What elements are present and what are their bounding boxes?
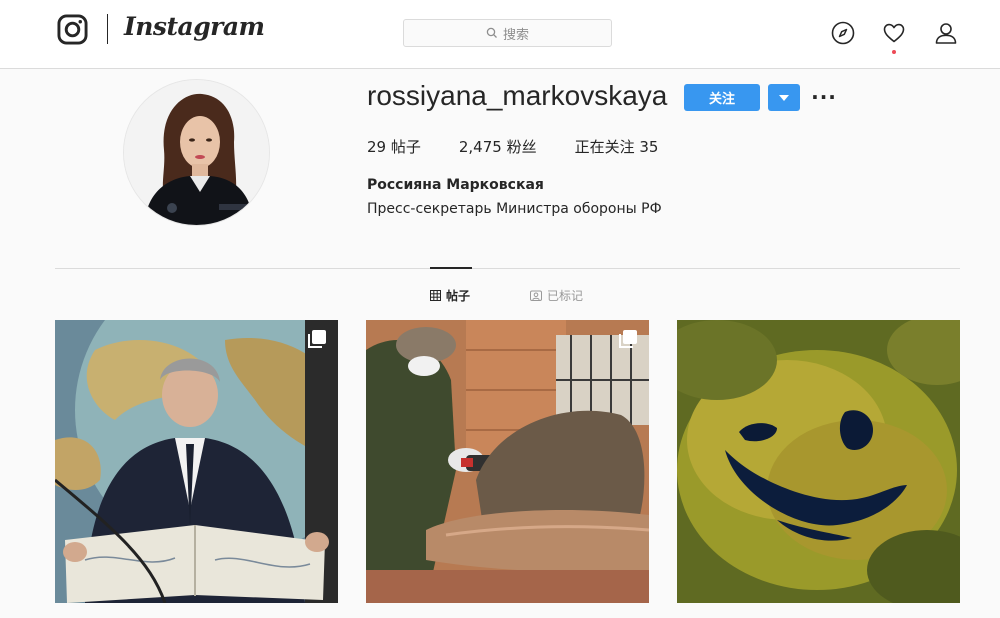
notification-dot [892,50,896,54]
search-input[interactable]: 搜索 [403,19,612,47]
more-options-button[interactable]: ··· [811,85,836,109]
tab-tagged[interactable]: 已标记 [530,287,583,304]
profile-username: rossiyana_markovskaya [367,80,668,111]
post-photo-man-reading-map [55,320,338,603]
suggestions-dropdown-button[interactable] [768,84,800,111]
posts-count: 29 帖子 [367,138,421,156]
post-thumbnail[interactable] [55,320,338,603]
following-count[interactable]: 正在关注 35 [575,136,659,157]
active-tab-indicator [430,267,472,269]
followers-count[interactable]: 2,475 粉丝 [459,136,537,157]
tab-posts-label: 帖子 [446,289,471,303]
profile-full-name: Россияна Марковская [367,177,544,193]
heart-icon[interactable] [881,20,907,46]
profile-bio: Пресс-секретарь Министра обороны РФ [367,201,662,217]
avatar-photo [124,80,269,225]
post-thumbnail[interactable] [366,320,649,603]
profile-avatar[interactable] [123,79,270,226]
post-photo-worker-cutting [366,320,649,603]
follow-button[interactable]: 关注 [684,84,760,111]
top-navigation-bar: Instagram 搜索 [0,0,1000,69]
profile-stats: 29 帖子 2,475 粉丝 正在关注 35 [367,136,696,157]
post-photo-smiley-lake [677,320,960,603]
compass-icon[interactable] [830,20,856,46]
caret-down-icon [779,94,789,101]
tab-tagged-label: 已标记 [547,289,584,303]
logo-divider [107,14,108,44]
search-icon [486,27,497,38]
instagram-wordmark[interactable]: Instagram [124,12,265,41]
multiple-photos-icon [308,330,326,348]
person-icon[interactable] [933,20,959,46]
search-placeholder: 搜索 [502,27,529,43]
grid-icon [430,290,441,301]
tagged-icon [530,290,542,301]
multiple-photos-icon [619,330,637,348]
tab-divider [55,268,960,269]
tab-posts[interactable]: 帖子 [430,287,470,304]
instagram-glyph-icon[interactable] [57,14,88,45]
post-thumbnail[interactable] [677,320,960,603]
